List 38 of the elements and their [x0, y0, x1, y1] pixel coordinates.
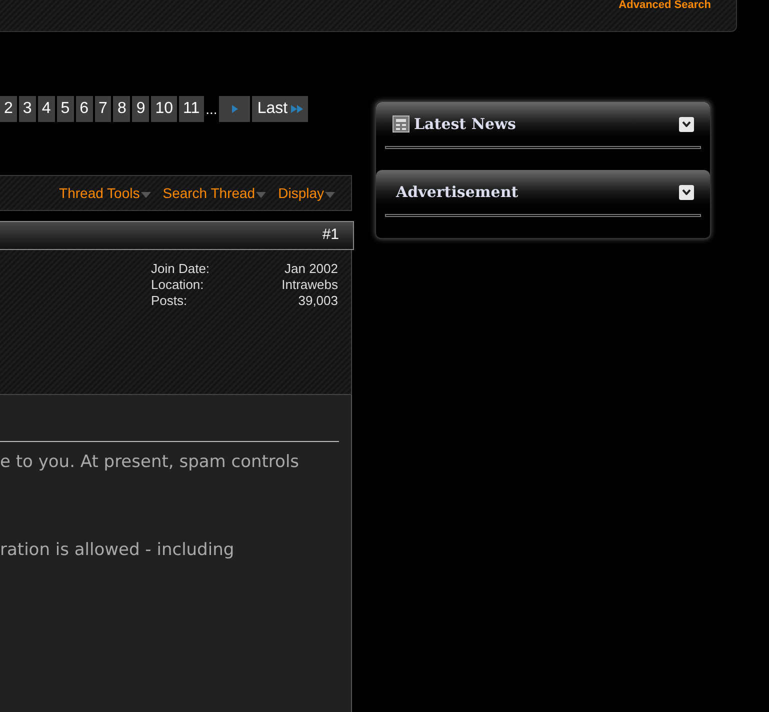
page-link[interactable]: 10 — [151, 96, 178, 122]
page-link[interactable]: 11 — [179, 96, 204, 122]
post-text: e to you. At present, spam controls — [0, 451, 300, 474]
collapse-button[interactable] — [679, 184, 694, 200]
toolbar-menu[interactable]: Display — [278, 182, 335, 204]
next-page-button[interactable] — [219, 96, 250, 122]
toolbar-menu[interactable]: Search Thread — [162, 182, 266, 204]
page-link[interactable]: 3 — [18, 96, 36, 122]
user-info-label: Posts: — [151, 293, 188, 309]
block-title: Latest News — [414, 114, 517, 135]
advanced-search-link[interactable]: Advanced Search — [618, 0, 711, 12]
toolbar-menu[interactable]: Thread Tools — [59, 182, 151, 204]
collapse-button[interactable] — [679, 116, 694, 132]
user-info-label: Join Date: — [151, 261, 210, 277]
page-link[interactable]: 7 — [94, 96, 112, 122]
user-info-value: Jan 2002 — [284, 261, 338, 277]
page-link[interactable]: 9 — [132, 96, 150, 122]
caret-icon — [256, 192, 266, 198]
ellipsis: ... — [206, 100, 218, 118]
page-link[interactable]: 4 — [38, 96, 55, 122]
newspaper-icon — [392, 115, 410, 133]
post-number: #1 — [322, 225, 339, 246]
caret-icon — [140, 192, 151, 198]
caret-icon — [325, 192, 335, 198]
page-link[interactable]: 5 — [56, 96, 74, 122]
post-text: ration is allowed - including — [0, 539, 236, 562]
page-link[interactable]: 2 — [0, 96, 17, 122]
chevron-down-icon — [682, 189, 691, 195]
last-page-button[interactable]: Last — [252, 96, 308, 122]
user-info-value: 39,003 — [298, 293, 338, 309]
block-title: Advertisement — [396, 182, 520, 203]
double-arrow-icon — [290, 105, 303, 113]
page-link[interactable]: 6 — [76, 96, 93, 122]
user-info-value: Intrawebs — [282, 277, 338, 293]
play-arrow-icon — [232, 105, 238, 113]
user-info-label: Location: — [151, 277, 204, 293]
page-link[interactable]: 8 — [113, 96, 130, 122]
chevron-down-icon — [682, 121, 691, 127]
